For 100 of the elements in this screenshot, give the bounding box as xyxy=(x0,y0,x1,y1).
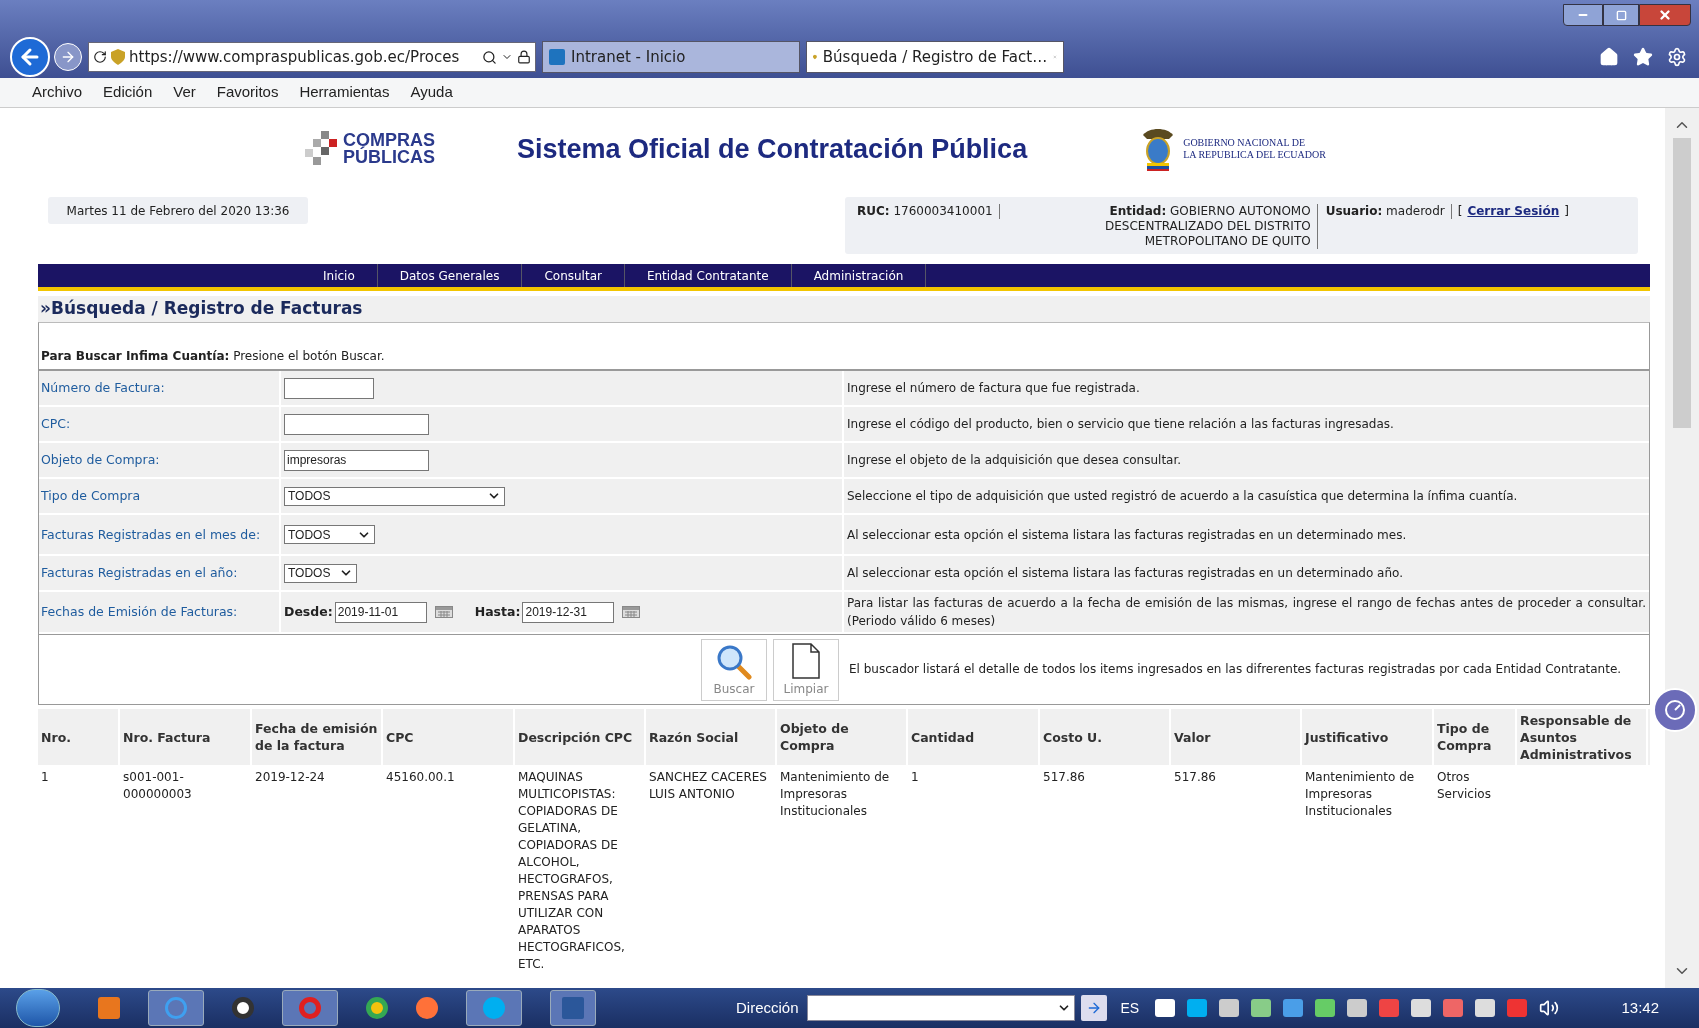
user-text: Usuario: maderodr xyxy=(1325,204,1452,219)
tray-icon[interactable] xyxy=(1219,999,1240,1017)
tray-icon[interactable] xyxy=(1347,999,1368,1017)
table-cell: 517.86 xyxy=(1043,770,1085,784)
column-header: Costo U. xyxy=(1043,728,1102,746)
text-input[interactable] xyxy=(284,413,429,435)
tray-icon[interactable] xyxy=(1315,999,1336,1017)
column-header: Cantidad xyxy=(911,728,975,746)
field-label: Objeto de Compra: xyxy=(41,452,160,468)
taskbar-address-field[interactable] xyxy=(806,995,1075,1021)
menu-item[interactable]: Ver xyxy=(173,81,196,104)
dropdown[interactable]: TODOS xyxy=(284,563,357,583)
close-icon xyxy=(1658,8,1672,22)
logo-mark-icon xyxy=(303,131,339,167)
tray-icon[interactable] xyxy=(1251,999,1272,1017)
tray-icon[interactable] xyxy=(1155,999,1176,1017)
site-icon xyxy=(549,49,565,65)
nav-item[interactable]: Consultar xyxy=(522,264,625,287)
menu-item[interactable]: Archivo xyxy=(32,81,83,104)
to-label: Hasta: xyxy=(474,602,521,621)
tray-icon[interactable] xyxy=(1411,999,1432,1017)
menu-item[interactable]: Herramientas xyxy=(299,81,390,104)
star-icon[interactable] xyxy=(1633,47,1653,67)
nav-item[interactable]: Administración xyxy=(791,264,927,287)
maximize-button[interactable] xyxy=(1603,4,1639,26)
minimize-button[interactable] xyxy=(1563,4,1603,26)
field-label: Tipo de Compra xyxy=(41,488,141,504)
help-text: Ingrese el código del producto, bien o servicio que tiene relación a las facturas ingresadas. xyxy=(847,416,1394,433)
date-input[interactable]: 2019-11-01 xyxy=(334,601,427,623)
help-text: Al seleccionar esta opción el sistema listara las facturas registradas en un determinado año. xyxy=(847,565,1404,582)
field-label: CPC: xyxy=(41,416,71,432)
menu-item[interactable]: Favoritos xyxy=(216,81,279,104)
clear-button[interactable]: Limpiar xyxy=(773,638,839,701)
help-text: Ingrese el número de factura que fue registrada. xyxy=(847,380,1140,397)
blank-document-icon xyxy=(791,641,821,680)
nav-item[interactable]: Entidad Contratante xyxy=(624,264,792,287)
table-cell: 1 xyxy=(911,770,919,784)
forward-button[interactable] xyxy=(54,43,82,71)
address-bar[interactable]: https://www.compraspublicas.gob.ec/Proces xyxy=(88,42,536,72)
bracket-text: [ xyxy=(1457,204,1463,219)
table-cell: MAQUINAS MULTICOPISTAS: COPIADORAS DE GELATINA, COPIADORAS DE ALCOHOL, HECTOGRAFOS, PRENSAS PARA UTILIZAR CON APARATOS HECTOGRAFICOS, ETC. xyxy=(518,770,625,971)
close-button[interactable] xyxy=(1639,4,1691,26)
from-label: Desde: xyxy=(284,602,333,621)
text-input[interactable]: impresoras xyxy=(284,449,429,471)
nav-item[interactable]: Datos Generales xyxy=(377,264,523,287)
ruc-text: RUC: 1760003410001 xyxy=(857,204,1000,219)
gauge-icon xyxy=(1663,698,1687,722)
maximize-icon xyxy=(1615,9,1627,21)
menu-item[interactable]: Ayuda xyxy=(410,81,453,104)
column-header: Razón Social xyxy=(649,728,739,746)
column-header: Objeto de Compra xyxy=(780,720,850,754)
scrollbar-thumb[interactable] xyxy=(1673,138,1691,428)
menu-item[interactable]: Edición xyxy=(103,81,153,104)
language-indicator[interactable]: ES xyxy=(1120,997,1140,1019)
volume-icon[interactable] xyxy=(1539,998,1560,1018)
nav-item[interactable]: Inicio xyxy=(301,264,378,287)
tray-icon[interactable] xyxy=(1475,999,1496,1017)
table-cell: 2019-12-24 xyxy=(255,770,325,784)
browser-tab[interactable]: Intranet - Inicio xyxy=(542,41,800,73)
column-header: Tipo de Compra xyxy=(1437,720,1493,754)
date-input[interactable]: 2019-12-31 xyxy=(522,601,615,623)
go-button[interactable] xyxy=(1080,995,1107,1021)
settings-icon[interactable] xyxy=(1667,47,1687,67)
date-label: Martes 11 de Febrero del 2020 13:36 xyxy=(48,197,308,224)
magnifier-icon xyxy=(716,643,752,680)
table-cell: Mantenimiento de Impresoras Institucionales xyxy=(780,770,890,818)
search-button[interactable]: Buscar xyxy=(701,638,767,701)
site-title: Sistema Oficial de Contratación Pública xyxy=(517,132,1028,166)
entity-text: Entidad: GOBIERNO AUTONOMO DESCENTRALIZADO DEL DISTRITO METROPOLITANO DE QUITO xyxy=(999,204,1318,249)
table-cell: s001-001-000000003 xyxy=(123,770,192,801)
table-cell: SANCHEZ CACERES LUIS ANTONIO xyxy=(649,770,767,801)
document-app-icon[interactable] xyxy=(550,990,596,1026)
field-label: Facturas Registradas en el mes de: xyxy=(41,526,261,543)
browser-icon[interactable] xyxy=(366,997,388,1019)
table-cell: 517.86 xyxy=(1174,770,1216,784)
column-header: CPC xyxy=(386,728,414,746)
field-label: Fechas de Emisión de Facturas: xyxy=(41,604,238,620)
browser-tab[interactable]: Búsqueda / Registro de Fact… xyxy=(806,41,1064,73)
bracket-text: ] xyxy=(1564,204,1569,219)
circle-app-icon[interactable] xyxy=(232,997,254,1019)
column-header: Justificativo xyxy=(1305,728,1389,746)
dropdown[interactable]: TODOS xyxy=(284,486,505,506)
dropdown[interactable]: TODOS xyxy=(284,525,375,544)
calendar-icon[interactable] xyxy=(434,606,453,618)
table-cell: Otros Servicios xyxy=(1437,770,1491,801)
help-text: Ingrese el objeto de la adquisición que desea consultar. xyxy=(847,452,1182,469)
logout-link[interactable]: Cerrar Sesión xyxy=(1467,204,1560,219)
column-header: Descripción CPC xyxy=(518,728,633,746)
floating-widget-button[interactable] xyxy=(1653,688,1697,732)
clock: 13:42 xyxy=(1621,997,1659,1018)
start-button[interactable] xyxy=(16,989,60,1027)
home-icon[interactable] xyxy=(1599,47,1619,67)
text-input[interactable] xyxy=(284,377,374,399)
tray-icon[interactable] xyxy=(1187,999,1208,1017)
column-header: Valor xyxy=(1174,728,1211,746)
calendar-icon[interactable] xyxy=(622,606,641,618)
help-text: Al seleccionar esta opción el sistema listara las facturas registradas en un determinado mes. xyxy=(847,526,1407,544)
browser-icon[interactable] xyxy=(416,997,438,1019)
back-button[interactable] xyxy=(10,37,50,77)
address-toolbar-label: Dirección xyxy=(736,997,799,1018)
